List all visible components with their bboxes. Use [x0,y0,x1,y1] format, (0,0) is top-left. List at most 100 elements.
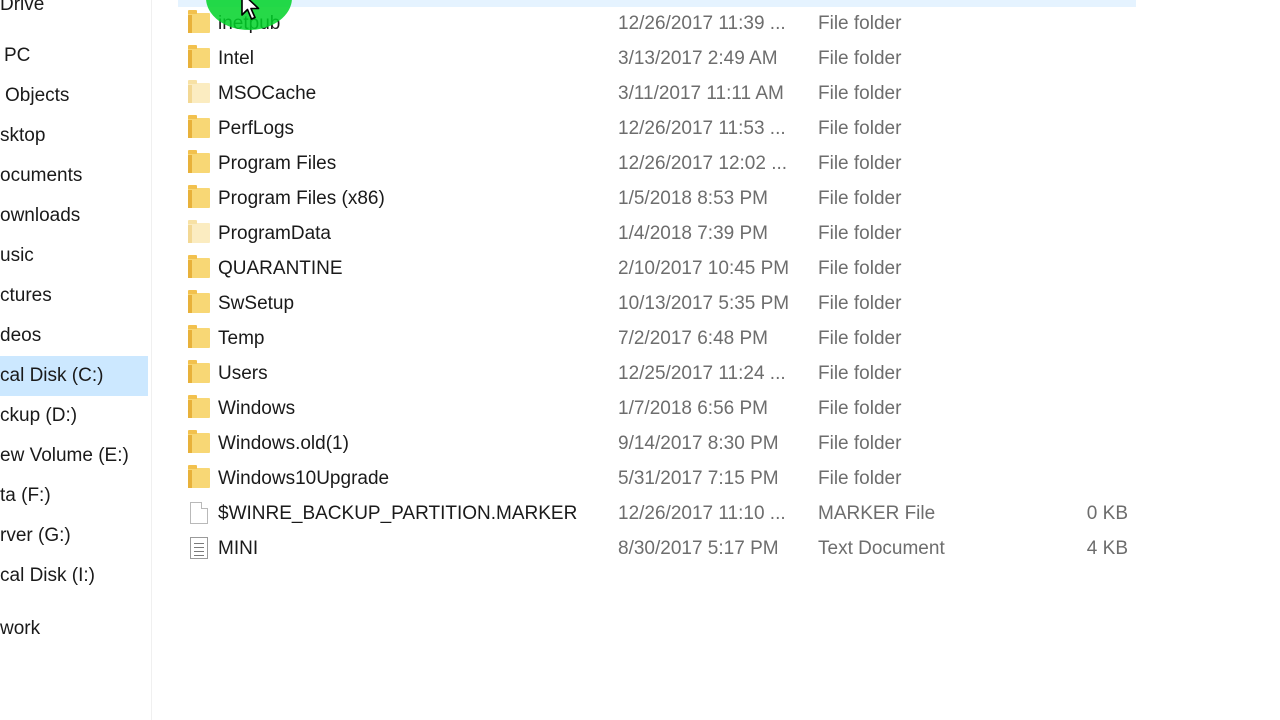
nav-item-music[interactable]: usic [0,236,148,276]
file-date-modified: 1/7/2018 6:56 PM [618,398,768,419]
file-date-modified: 5/31/2017 7:15 PM [618,468,779,489]
folder-icon [188,430,210,453]
file-name: SwSetup [218,293,295,314]
file-type: File folder [818,13,902,34]
file-row[interactable]: Temp 7/2/2017 6:48 PM File folder [178,321,1136,356]
nav-item-videos[interactable]: deos [0,316,148,356]
file-row[interactable]: Windows 1/7/2018 6:56 PM File folder [178,391,1136,426]
folder-icon [188,45,210,68]
file-row[interactable]: inetpub12/26/2017 11:39 ...File folder [178,6,1136,41]
file-name: Users [218,363,268,384]
file-type: File folder [818,48,902,69]
nav-item-network[interactable]: work [0,609,148,649]
folder-icon [188,395,210,418]
file-type: File folder [818,83,902,104]
file-icon [190,502,208,524]
file-row[interactable]: Program Files 12/26/2017 12:02 ... File fo… [178,146,1136,181]
file-row[interactable]: Users 12/25/2017 11:24 ... File folder [178,356,1136,391]
file-type: File folder [818,328,902,349]
file-name: $WINRE_BACKUP_PARTITION.MARKER [218,503,578,524]
file-date-modified: 3/11/2017 11:11 AM [618,83,784,104]
file-name: MINI [218,538,259,559]
nav-item-label: Objects [5,85,70,106]
nav-item-data-f[interactable]: ta (F:) [0,476,148,516]
file-date-modified: 1/4/2018 7:39 PM [618,223,768,244]
file-type: MARKER File [818,503,936,524]
nav-item-desktop[interactable]: sktop [0,116,148,156]
file-row[interactable]: Program Files (x86) 1/5/2018 8:53 PM File … [178,181,1136,216]
file-size: 4 KB [1086,538,1128,559]
file-name: ProgramData [218,223,331,244]
file-row[interactable]: PerfLogs 12/26/2017 11:53 ... File folder [178,111,1136,146]
file-date-modified: 12/26/2017 11:10 ... [618,503,786,524]
nav-item-onedrive[interactable]: Drive [0,0,148,25]
file-type: File folder [818,153,902,174]
file-type: File folder [818,293,902,314]
nav-item-label: work [0,618,41,639]
folder-icon [188,325,210,348]
file-size: 0 KB [1086,503,1128,524]
file-row[interactable]: $WINRE_BACKUP_PARTITION.MARKER 12/26/2017… [178,496,1136,531]
file-name: Program Files (x86) [218,188,385,209]
file-name: MSOCache [218,83,317,104]
file-name: PerfLogs [218,118,295,139]
file-date-modified: 10/13/2017 5:35 PM [618,293,790,314]
nav-item-local-disk-c[interactable]: cal Disk (C:) [0,356,148,396]
hidden-folder-icon [188,80,210,103]
file-row[interactable]: MSOCache 3/11/2017 11:11 AM File folder [178,76,1136,111]
folder-icon [188,10,210,33]
file-type: File folder [818,258,902,279]
nav-item-label: usic [0,245,34,266]
folder-icon [188,360,210,383]
nav-item-pictures[interactable]: ctures [0,276,148,316]
file-type: File folder [818,433,902,454]
file-name: Windows10Upgrade [218,468,390,489]
file-row[interactable]: MINI 8/30/2017 5:17 PM Text Document 4 KB [178,531,1136,566]
file-name: Temp [218,328,265,349]
file-name: Program Files [218,153,337,174]
nav-item-label: PC [4,45,31,66]
file-date-modified: 7/2/2017 6:48 PM [618,328,768,349]
file-date-modified: 1/5/2018 8:53 PM [618,188,768,209]
nav-item-label: ta (F:) [0,485,51,506]
file-name: QUARANTINE [218,258,343,279]
file-date-modified: 9/14/2017 8:30 PM [618,433,779,454]
nav-item-local-disk-i[interactable]: cal Disk (I:) [0,556,148,596]
file-type: File folder [818,118,902,139]
file-row[interactable]: Windows.old(1) 9/14/2017 8:30 PM File fold… [178,426,1136,461]
file-type: File folder [818,188,902,209]
nav-item-label: cal Disk (I:) [0,565,95,586]
file-row[interactable]: SwSetup 10/13/2017 5:35 PM File folder [178,286,1136,321]
file-name: Windows.old(1) [218,433,349,454]
nav-item-label: cal Disk (C:) [0,365,104,386]
file-row[interactable]: Windows10Upgrade 5/31/2017 7:15 PM File fo… [178,461,1136,496]
text-document-icon [190,537,208,559]
folder-icon [188,465,210,488]
nav-item-server-g[interactable]: rver (G:) [0,516,148,556]
nav-item-label: deos [0,325,42,346]
nav-item-label: ctures [0,285,52,306]
file-type: File folder [818,223,902,244]
nav-item-documents[interactable]: ocuments [0,156,148,196]
file-row[interactable]: Intel 3/13/2017 2:49 AM File folder [178,41,1136,76]
nav-item-backup-d[interactable]: ckup (D:) [0,396,148,436]
folder-icon [188,115,210,138]
nav-item-3d-objects[interactable]: Objects [0,76,148,116]
file-date-modified: 12/26/2017 12:02 ... [618,153,788,174]
nav-item-new-volume-e[interactable]: ew Volume (E:) [0,436,148,476]
file-row[interactable]: QUARANTINE 2/10/2017 10:45 PM File folder [178,251,1136,286]
nav-item-label: ew Volume (E:) [0,445,129,466]
file-row[interactable]: ProgramData 1/4/2018 7:39 PM File folder [178,216,1136,251]
file-type: File folder [818,398,902,419]
file-date-modified: 12/26/2017 11:39 ... [618,13,786,34]
nav-item-downloads[interactable]: ownloads [0,196,148,236]
file-date-modified: 2/10/2017 10:45 PM [618,258,790,279]
nav-item-this-pc[interactable]: PC [0,36,148,76]
file-type: File folder [818,363,902,384]
nav-item-label: Drive [0,0,45,15]
file-date-modified: 3/13/2017 2:49 AM [618,48,778,69]
file-date-modified: 12/26/2017 11:53 ... [618,118,786,139]
file-type: Text Document [818,538,945,559]
mouse-cursor-icon [241,0,260,20]
file-date-modified: 12/25/2017 11:24 ... [618,363,786,384]
